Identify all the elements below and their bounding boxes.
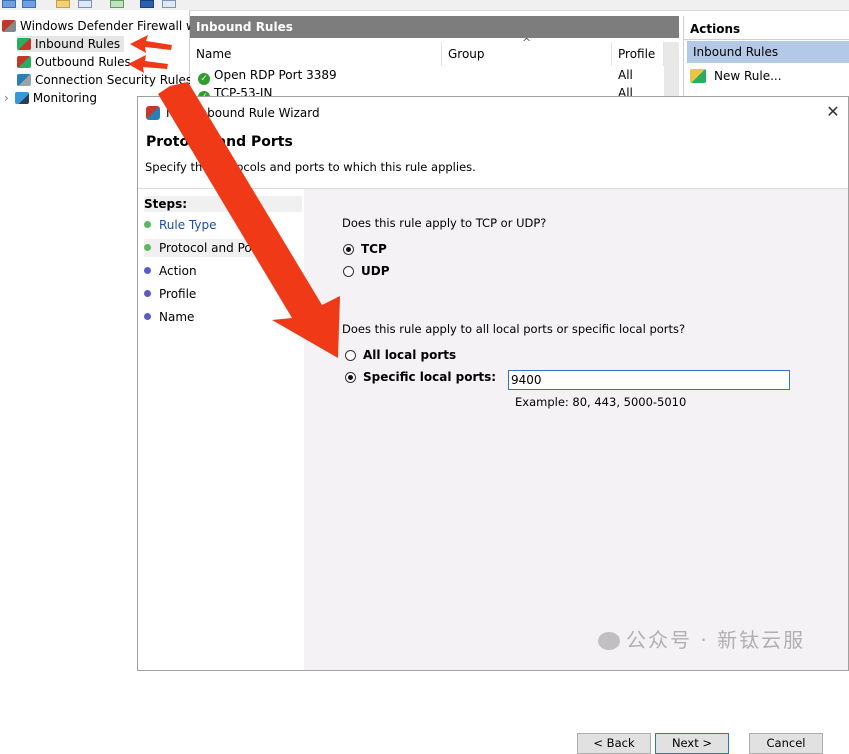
radio-tcp[interactable]: TCP xyxy=(343,240,387,258)
radio-checked-icon[interactable] xyxy=(343,244,354,255)
tree-item-label: Inbound Rules xyxy=(35,37,121,51)
export-icon[interactable] xyxy=(110,0,124,8)
help-icon[interactable] xyxy=(140,0,154,8)
radio-label: TCP xyxy=(361,242,387,256)
cancel-button[interactable]: Cancel xyxy=(749,733,823,754)
connection-security-icon xyxy=(17,74,31,86)
folder-icon[interactable] xyxy=(56,0,70,8)
wizard-content: Does this rule apply to TCP or UDP? TCP … xyxy=(304,189,848,754)
new-inbound-rule-wizard: New Inbound Rule Wizard ✕ Protocol and P… xyxy=(137,96,849,754)
tree-item-outbound-rules[interactable]: Outbound Rules xyxy=(17,54,131,70)
tree-item-label: Connection Security Rules xyxy=(35,73,193,87)
step-label: Profile xyxy=(159,287,197,301)
radio-unchecked-icon[interactable] xyxy=(343,266,354,277)
radio-label: Specific local ports: xyxy=(363,370,497,384)
step-label: Action xyxy=(159,264,197,278)
wizard-heading: Protocol and Ports xyxy=(146,134,293,150)
new-rule-label: New Rule... xyxy=(714,69,782,83)
ports-example: Example: 80, 443, 5000-5010 xyxy=(515,395,687,409)
column-header-name[interactable]: Name xyxy=(190,42,442,66)
forward-arrow-icon[interactable] xyxy=(22,0,36,8)
radio-checked-icon[interactable] xyxy=(345,372,356,383)
tree-item-inbound-rules[interactable]: Inbound Rules xyxy=(17,36,125,52)
wizard-icon xyxy=(146,106,160,120)
step-name: Name xyxy=(144,308,194,326)
tree-item-monitoring[interactable]: › Monitoring xyxy=(4,90,97,106)
firewall-icon xyxy=(2,20,16,32)
rules-panel-title: Inbound Rules xyxy=(190,16,679,38)
watermark: 公众号 · 新钛云服 xyxy=(598,624,805,653)
sort-indicator-icon: ^ xyxy=(522,36,532,49)
radio-specific-local-ports[interactable]: Specific local ports: xyxy=(345,368,496,386)
specific-ports-input[interactable] xyxy=(508,370,790,390)
next-button[interactable]: Next > xyxy=(655,733,729,754)
monitoring-icon xyxy=(14,92,29,104)
radio-label: All local ports xyxy=(363,348,457,362)
show-hide-tree-icon[interactable] xyxy=(78,0,92,8)
wizard-description: Specify the protocols and ports to which… xyxy=(145,160,476,174)
step-done-icon xyxy=(144,221,151,228)
inbound-rules-icon xyxy=(17,38,31,50)
steps-pane: Steps: Rule Type Protocol and Ports Acti… xyxy=(138,189,304,670)
step-pending-icon xyxy=(144,267,151,274)
outbound-rules-icon xyxy=(17,56,31,68)
rule-profile: All xyxy=(618,68,633,82)
wizard-title: New Inbound Rule Wizard xyxy=(166,106,320,120)
radio-udp[interactable]: UDP xyxy=(343,262,390,280)
table-row[interactable]: ✓ Open RDP Port 3389 All xyxy=(190,66,679,85)
new-rule-icon xyxy=(690,69,706,83)
step-label: Name xyxy=(159,310,195,324)
step-profile: Profile xyxy=(144,285,196,303)
column-header-profile[interactable]: Profile xyxy=(612,42,664,66)
ports-question: Does this rule apply to all local ports … xyxy=(342,322,686,336)
step-rule-type[interactable]: Rule Type xyxy=(144,216,217,234)
back-arrow-icon[interactable] xyxy=(2,0,16,8)
step-action: Action xyxy=(144,262,197,280)
step-pending-icon xyxy=(144,313,151,320)
watermark-text: 公众号 · 新钛云服 xyxy=(626,628,806,652)
wizard-title-bar: New Inbound Rule Wizard xyxy=(146,104,320,122)
tree-item-label: Outbound Rules xyxy=(35,55,131,69)
rules-panel: Inbound Rules Name Group ^ Profile ✓ Open… xyxy=(190,16,679,103)
radio-label: UDP xyxy=(361,264,390,278)
step-pending-icon xyxy=(144,290,151,297)
step-label: Rule Type xyxy=(159,218,217,232)
tree-root-label: Windows Defender Firewall with xyxy=(20,19,212,33)
step-current-icon xyxy=(144,244,151,251)
actions-section-inbound-rules[interactable]: Inbound Rules xyxy=(687,41,849,63)
tree-item-connection-security-rules[interactable]: Connection Security Rules xyxy=(17,72,192,88)
step-protocol-and-ports[interactable]: Protocol and Ports xyxy=(144,239,272,257)
step-label: Protocol and Ports xyxy=(159,241,268,255)
back-button[interactable]: < Back xyxy=(577,733,651,754)
expand-chevron-icon[interactable]: › xyxy=(4,91,9,105)
show-hide-action-pane-icon[interactable] xyxy=(162,0,176,8)
actions-panel: Actions Inbound Rules New Rule... xyxy=(683,16,849,98)
steps-label: Steps: xyxy=(144,196,302,212)
new-rule-action[interactable]: New Rule... xyxy=(690,66,849,86)
wechat-icon xyxy=(598,632,620,650)
radio-all-local-ports[interactable]: All local ports xyxy=(345,346,456,364)
actions-title: Actions xyxy=(684,18,849,40)
rule-name: Open RDP Port 3389 xyxy=(214,68,337,82)
close-icon[interactable]: ✕ xyxy=(824,102,842,122)
radio-unchecked-icon[interactable] xyxy=(345,350,356,361)
tree-root[interactable]: Windows Defender Firewall with xyxy=(2,18,212,34)
tree-item-label: Monitoring xyxy=(32,91,97,105)
protocol-question: Does this rule apply to TCP or UDP? xyxy=(342,216,547,230)
